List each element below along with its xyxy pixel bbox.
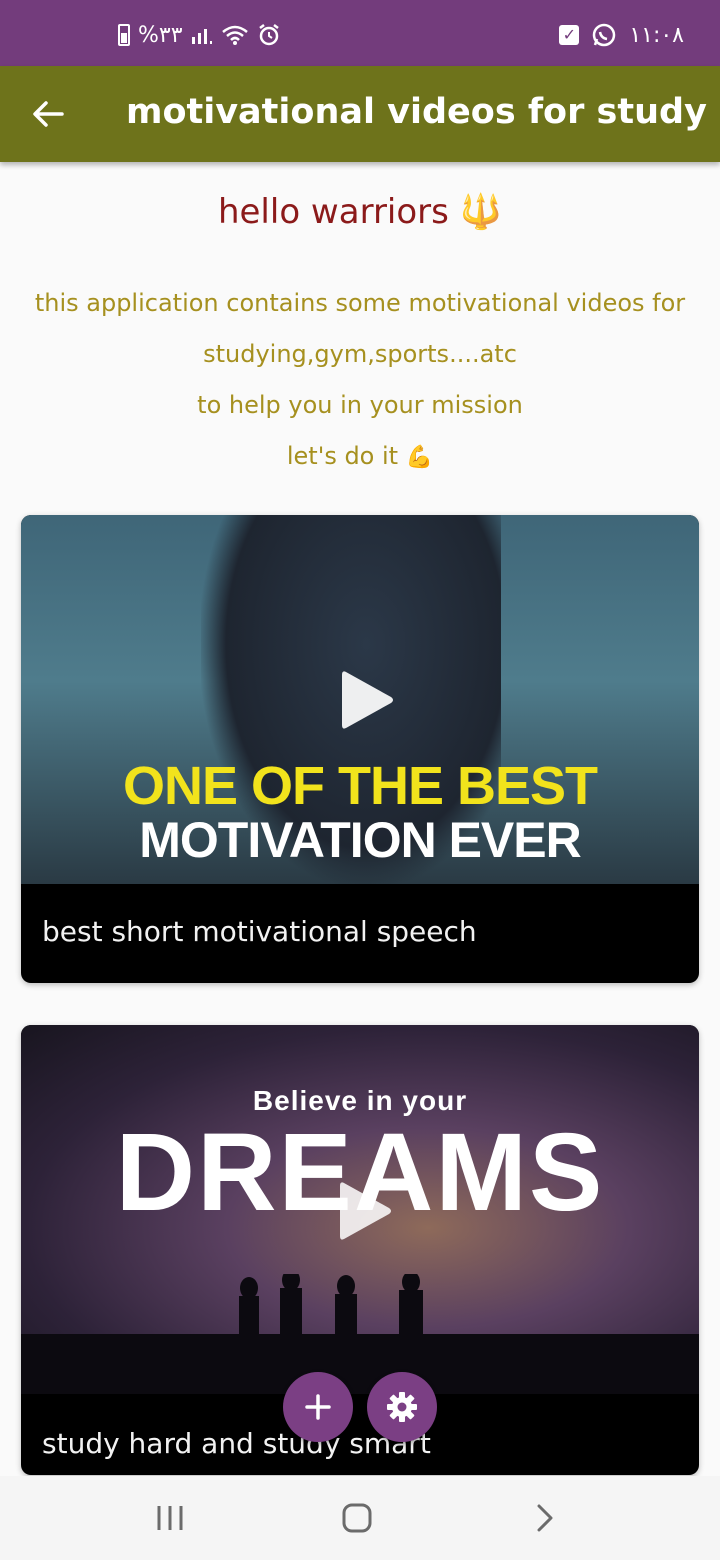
gear-icon — [387, 1392, 417, 1422]
back-button[interactable] — [22, 88, 74, 140]
play-button[interactable] — [340, 668, 396, 732]
whatsapp-icon — [591, 22, 617, 48]
alarm-icon — [257, 22, 281, 48]
intro-line: this application contains some motivatio… — [34, 289, 686, 317]
page-title: motivational videos for study — [126, 92, 707, 132]
video-thumbnail[interactable]: Believe in your DREAMS — [21, 1025, 699, 1394]
video-thumbnail[interactable]: ONE OF THE BEST MOTIVATION EVER — [21, 515, 699, 884]
intro-line: let's do it — [286, 442, 399, 470]
checkbox-notification-icon: ✓ — [559, 22, 580, 48]
thumbnail-title-bottom: MOTIVATION EVER — [139, 812, 582, 868]
silhouette-horizon-image — [21, 1274, 699, 1394]
video-caption: best short motivational speech — [42, 915, 477, 948]
status-bar: %٣٣ ✓ ١١:٠٨ — [0, 0, 720, 66]
clock: ١١:٠٨ — [629, 22, 684, 48]
signal-icon — [191, 22, 213, 48]
greeting-text: hello warriors — [217, 192, 449, 232]
intro-line: studying,gym,sports....atc — [203, 340, 517, 368]
thumbnail-title-top: ONE OF THE BEST — [122, 756, 598, 816]
intro-description: this application contains some motivatio… — [30, 278, 690, 483]
battery-percentage: %٣٣ — [138, 22, 183, 48]
play-icon — [340, 1182, 391, 1240]
trident-icon: 🔱 — [459, 192, 503, 232]
home-button[interactable] — [332, 1496, 382, 1540]
add-button[interactable] — [283, 1372, 353, 1442]
status-right-group: ✓ ١١:٠٨ — [559, 20, 684, 50]
video-caption: study hard and study smart — [42, 1427, 431, 1460]
wifi-icon — [221, 22, 249, 48]
recent-apps-button[interactable] — [145, 1496, 195, 1540]
video-card[interactable]: ONE OF THE BEST MOTIVATION EVER best sho… — [21, 515, 699, 983]
intro-line: to help you in your mission — [197, 391, 523, 419]
settings-button[interactable] — [367, 1372, 437, 1442]
play-icon — [342, 671, 393, 729]
chevron-right-icon — [537, 1504, 553, 1532]
status-left-group: %٣٣ — [118, 20, 281, 50]
greeting: hello warriors 🔱 — [0, 192, 720, 232]
play-button[interactable] — [338, 1179, 394, 1243]
plus-icon — [305, 1394, 331, 1420]
back-nav-button[interactable] — [520, 1496, 570, 1540]
system-navigation-bar — [0, 1476, 720, 1560]
battery-icon — [118, 22, 130, 48]
intro-line-closing: let's do it 💪 — [30, 431, 690, 483]
app-bar: motivational videos for study — [0, 66, 720, 162]
video-card[interactable]: Believe in your DREAMS study hard and st… — [21, 1025, 699, 1475]
flexed-biceps-icon: 💪 — [405, 445, 434, 470]
arrow-left-icon — [33, 101, 64, 127]
recent-apps-icon — [157, 1506, 183, 1530]
home-icon — [342, 1503, 372, 1533]
